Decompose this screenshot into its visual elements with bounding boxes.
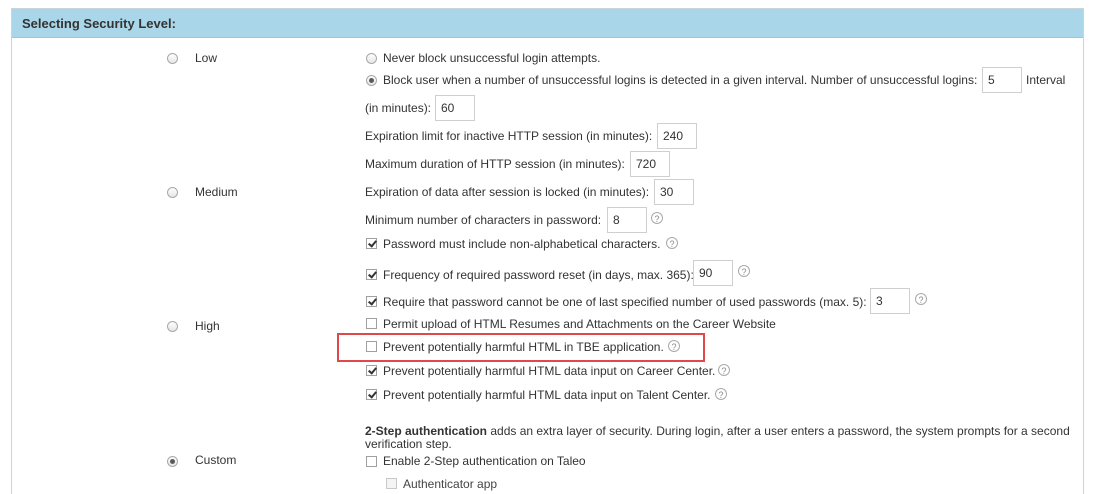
- unsuccessful-logins-input[interactable]: 5: [982, 67, 1022, 93]
- password-reset-checkbox[interactable]: [366, 269, 377, 280]
- enable-two-step-checkbox[interactable]: [366, 456, 377, 467]
- block-user-radio[interactable]: [366, 75, 377, 86]
- password-history-label: Require that password cannot be one of l…: [383, 295, 867, 309]
- non-alpha-help-icon[interactable]: ?: [666, 237, 678, 249]
- prevent-html-talent-label: Prevent potentially harmful HTML data in…: [383, 388, 711, 402]
- panel-title: Selecting Security Level:: [22, 16, 176, 31]
- prevent-html-tbe-checkbox[interactable]: [366, 341, 377, 352]
- locked-session-input[interactable]: 30: [654, 179, 694, 205]
- prevent-html-talent-checkbox[interactable]: [366, 389, 377, 400]
- level-high-label: High: [195, 319, 220, 333]
- min-chars-label: Minimum number of characters in password…: [365, 213, 602, 227]
- two-step-description: 2-Step authentication adds an extra laye…: [365, 425, 1070, 451]
- level-custom-radio[interactable]: [167, 456, 178, 467]
- inactive-session-input[interactable]: 240: [657, 123, 697, 149]
- password-reset-input[interactable]: 90: [693, 260, 733, 286]
- password-reset-label: Frequency of required password reset (in…: [383, 268, 694, 282]
- password-history-checkbox[interactable]: [366, 296, 377, 307]
- authenticator-app-checkbox[interactable]: [386, 478, 397, 489]
- prevent-html-tbe-help-icon[interactable]: ?: [668, 340, 680, 352]
- prevent-html-talent-help-icon[interactable]: ?: [715, 388, 727, 400]
- non-alpha-label: Password must include non-alphabetical c…: [383, 237, 661, 251]
- prevent-html-career-label: Prevent potentially harmful HTML data in…: [383, 364, 716, 378]
- prevent-html-career-help-icon[interactable]: ?: [718, 364, 730, 376]
- level-high-radio[interactable]: [167, 321, 178, 332]
- two-step-title: 2-Step authentication: [365, 424, 488, 438]
- level-medium-label: Medium: [195, 185, 238, 199]
- inactive-session-label: Expiration limit for inactive HTTP sessi…: [365, 129, 653, 143]
- non-alpha-checkbox[interactable]: [366, 238, 377, 249]
- password-history-input[interactable]: 3: [870, 288, 910, 314]
- enable-two-step-label: Enable 2-Step authentication on Taleo: [383, 454, 586, 468]
- never-block-radio[interactable]: [366, 53, 377, 64]
- max-session-label: Maximum duration of HTTP session (in min…: [365, 157, 625, 171]
- block-user-label: Block user when a number of unsuccessful…: [383, 73, 978, 87]
- password-history-help-icon[interactable]: ?: [915, 293, 927, 305]
- permit-html-upload-checkbox[interactable]: [366, 318, 377, 329]
- level-custom-label: Custom: [195, 453, 237, 467]
- prevent-html-career-checkbox[interactable]: [366, 365, 377, 376]
- panel-header: Selecting Security Level:: [12, 9, 1083, 38]
- never-block-label: Never block unsuccessful login attempts.: [383, 51, 601, 65]
- min-chars-help-icon[interactable]: ?: [651, 212, 663, 224]
- interval-label: Interval: [1026, 73, 1066, 87]
- interval-input[interactable]: 60: [435, 95, 475, 121]
- authenticator-app-label: Authenticator app: [403, 477, 498, 491]
- locked-session-label: Expiration of data after session is lock…: [365, 185, 650, 199]
- level-low-label: Low: [195, 51, 218, 65]
- min-chars-input[interactable]: 8: [607, 207, 647, 233]
- max-session-input[interactable]: 720: [630, 151, 670, 177]
- password-reset-help-icon[interactable]: ?: [738, 265, 750, 277]
- level-low-radio[interactable]: [167, 53, 178, 64]
- interval-minutes-label: (in minutes):: [365, 101, 432, 115]
- level-medium-radio[interactable]: [167, 187, 178, 198]
- permit-html-upload-label: Permit upload of HTML Resumes and Attach…: [383, 317, 776, 331]
- prevent-html-tbe-label: Prevent potentially harmful HTML in TBE …: [383, 340, 664, 354]
